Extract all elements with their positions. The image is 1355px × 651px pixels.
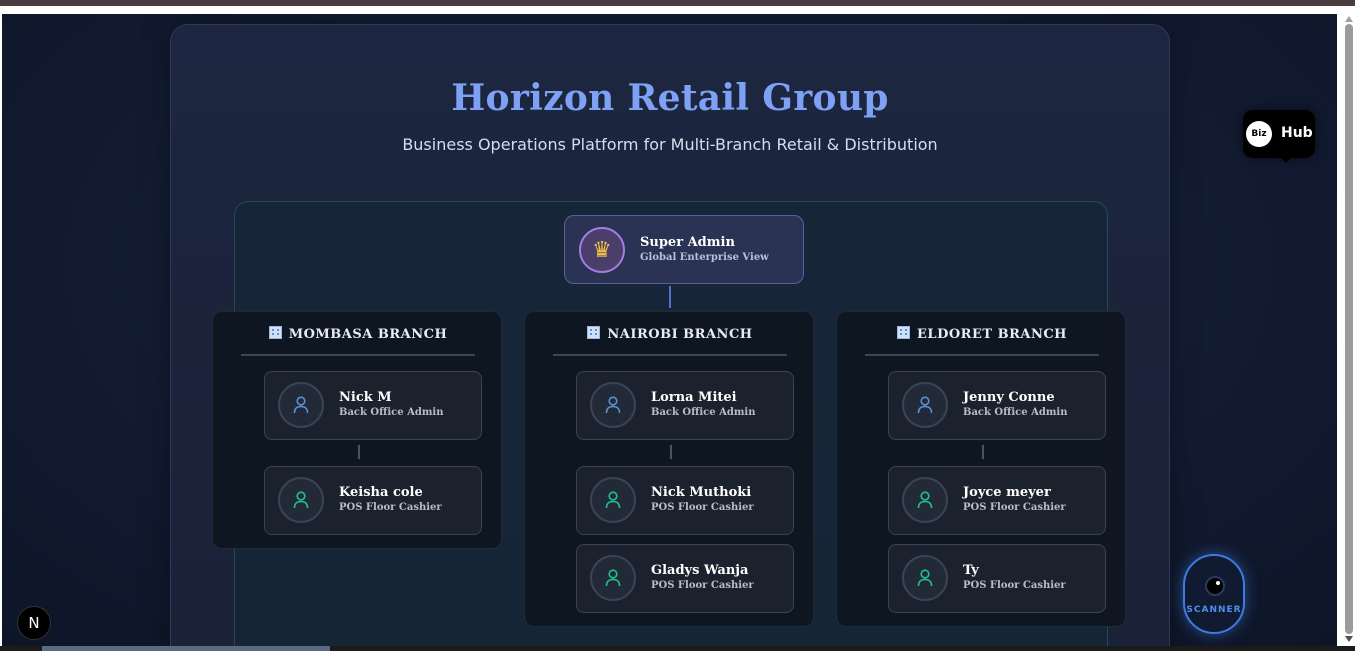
super-admin-name: Super Admin	[640, 235, 735, 250]
staff-role: Back Office Admin	[339, 407, 444, 418]
branch-nairobi: NAIROBI BRANCH Lorna Mitei Back Office A…	[524, 311, 814, 627]
scroll-down-arrow-icon[interactable]	[1345, 636, 1353, 642]
taskbar-segment	[42, 646, 330, 651]
staff-name: Lorna Mitei	[651, 390, 737, 405]
staff-name: Joyce meyer	[963, 485, 1051, 500]
org-connector	[669, 286, 671, 308]
building-icon	[268, 326, 282, 339]
staff-name: Nick M	[339, 390, 392, 405]
user-icon	[902, 555, 948, 601]
branch-header: ELDORET BRANCH	[865, 326, 1099, 356]
staff-card[interactable]: Ty POS Floor Cashier	[888, 544, 1106, 613]
user-icon	[902, 477, 948, 523]
user-icon	[902, 382, 948, 428]
branch-header: NAIROBI BRANCH	[553, 326, 787, 356]
page-subtitle: Business Operations Platform for Multi-B…	[402, 135, 938, 154]
biz-logo: Biz	[1246, 121, 1272, 147]
staff-role: POS Floor Cashier	[963, 580, 1066, 591]
staff-connector	[358, 445, 360, 459]
staff-name: Keisha cole	[339, 485, 423, 500]
nextjs-dev-badge[interactable]: N	[17, 606, 51, 640]
staff-name: Gladys Wanja	[651, 563, 749, 578]
branch-mombasa: MOMBASA BRANCH Nick M Back Office Admin …	[212, 311, 502, 549]
branch-name: MOMBASA BRANCH	[288, 327, 448, 342]
branch-name: ELDORET BRANCH	[917, 327, 1067, 342]
staff-role: POS Floor Cashier	[651, 502, 754, 513]
branch-name: NAIROBI BRANCH	[607, 327, 753, 342]
user-icon	[590, 477, 636, 523]
user-icon	[278, 382, 324, 428]
staff-card[interactable]: Nick M Back Office Admin	[264, 371, 482, 440]
staff-card[interactable]: Gladys Wanja POS Floor Cashier	[576, 544, 794, 613]
user-icon	[590, 555, 636, 601]
staff-connector	[982, 445, 984, 459]
scanner-button[interactable]: SCANNER	[1183, 554, 1245, 634]
window-top-strip	[0, 0, 1355, 6]
staff-card[interactable]: Lorna Mitei Back Office Admin	[576, 371, 794, 440]
staff-name: Ty	[963, 563, 979, 578]
staff-card[interactable]: Nick Muthoki POS Floor Cashier	[576, 466, 794, 535]
bizhub-label: Hub	[1281, 125, 1313, 141]
scroll-up-arrow-icon[interactable]	[1345, 16, 1353, 22]
super-admin-role: Global Enterprise View	[640, 252, 769, 263]
bizhub-widget-button[interactable]: Biz Hub	[1243, 110, 1315, 163]
window-bottom-strip	[0, 646, 1355, 651]
staff-role: POS Floor Cashier	[963, 502, 1066, 513]
staff-name: Nick Muthoki	[651, 485, 752, 500]
scrollbar-thumb[interactable]	[1345, 24, 1353, 634]
super-admin-card[interactable]: ♛ Super Admin Global Enterprise View	[564, 215, 804, 284]
staff-role: Back Office Admin	[963, 407, 1068, 418]
building-icon	[587, 326, 601, 339]
staff-connector	[670, 445, 672, 459]
staff-role: POS Floor Cashier	[339, 502, 442, 513]
page-title: Horizon Retail Group	[451, 77, 889, 119]
staff-card[interactable]: Keisha cole POS Floor Cashier	[264, 466, 482, 535]
staff-role: POS Floor Cashier	[651, 580, 754, 591]
branch-eldoret: ELDORET BRANCH Jenny Conne Back Office A…	[836, 311, 1126, 627]
staff-card[interactable]: Jenny Conne Back Office Admin	[888, 371, 1106, 440]
staff-role: Back Office Admin	[651, 407, 756, 418]
building-icon	[897, 326, 911, 339]
branch-header: MOMBASA BRANCH	[241, 326, 475, 356]
staff-card[interactable]: Joyce meyer POS Floor Cashier	[888, 466, 1106, 535]
staff-name: Jenny Conne	[963, 390, 1055, 405]
scanner-label: SCANNER	[1186, 605, 1242, 615]
camera-icon	[1205, 576, 1225, 596]
page-viewport: Horizon Retail Group Business Operations…	[2, 14, 1337, 646]
user-icon	[590, 382, 636, 428]
user-icon	[278, 477, 324, 523]
crown-icon: ♛	[579, 227, 625, 273]
